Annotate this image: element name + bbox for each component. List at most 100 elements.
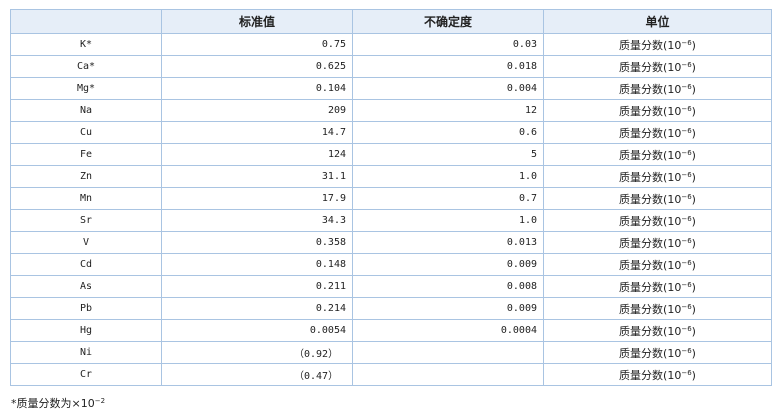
table-row: Fe 124 5 质量分数(10−6) (10, 143, 772, 166)
table-row: Mn 17.9 0.7 质量分数(10−6) (10, 187, 772, 210)
standard-value-cell: 0.104 (161, 77, 353, 100)
uncertainty-cell: 0.009 (352, 253, 544, 276)
standard-value-cell: 124 (161, 143, 353, 166)
unit-exponent: −6 (681, 148, 692, 157)
uncertainty-cell: 0.03 (352, 33, 544, 56)
standard-value-cell: 17.9 (161, 187, 353, 210)
element-cell: Pb (10, 297, 162, 320)
standard-value-cell: （0.92） (161, 341, 353, 364)
standard-value-cell: 0.358 (161, 231, 353, 254)
unit-cell: 质量分数(10−6) (543, 209, 772, 232)
unit-cell: 质量分数(10−6) (543, 165, 772, 188)
unit-exponent: −6 (681, 104, 692, 113)
unit-base: 质量分数(10 (619, 126, 682, 140)
uncertainty-cell: 0.008 (352, 275, 544, 298)
table-row: As 0.211 0.008 质量分数(10−6) (10, 275, 772, 298)
standard-value-cell: 34.3 (161, 209, 353, 232)
footnote-text: *质量分数为×10 (11, 397, 95, 410)
unit-base: 质量分数(10 (619, 236, 682, 250)
table-row: Mg* 0.104 0.004 质量分数(10−6) (10, 77, 772, 100)
element-cell: Hg (10, 319, 162, 342)
unit-base: 质量分数(10 (619, 280, 682, 294)
table-row: Sr 34.3 1.0 质量分数(10−6) (10, 209, 772, 232)
table-row: Hg 0.0054 0.0004 质量分数(10−6) (10, 319, 772, 342)
unit-exponent: −6 (681, 324, 692, 333)
uncertainty-cell: 0.018 (352, 55, 544, 78)
table-row: Cr （0.47） 质量分数(10−6) (10, 363, 772, 386)
unit-exponent: −6 (681, 214, 692, 223)
unit-close: ) (691, 236, 696, 250)
unit-cell: 质量分数(10−6) (543, 55, 772, 78)
header-uncertainty: 不确定度 (352, 9, 544, 34)
element-cell: Cd (10, 253, 162, 276)
unit-exponent: −6 (681, 192, 692, 201)
table-row: Cu 14.7 0.6 质量分数(10−6) (10, 121, 772, 144)
unit-exponent: −6 (681, 60, 692, 69)
header-element (10, 9, 162, 34)
unit-base: 质量分数(10 (619, 170, 682, 184)
unit-base: 质量分数(10 (619, 302, 682, 316)
table-row: Zn 31.1 1.0 质量分数(10−6) (10, 165, 772, 188)
uncertainty-cell: 0.009 (352, 297, 544, 320)
element-cell: Ca* (10, 55, 162, 78)
unit-close: ) (691, 302, 696, 316)
table-row: Na 209 12 质量分数(10−6) (10, 99, 772, 122)
uncertainty-cell: 12 (352, 99, 544, 122)
unit-cell: 质量分数(10−6) (543, 143, 772, 166)
unit-cell: 质量分数(10−6) (543, 253, 772, 276)
table-row: Pb 0.214 0.009 质量分数(10−6) (10, 297, 772, 320)
standard-value-text: （0.92） (294, 349, 339, 360)
unit-close: ) (691, 280, 696, 294)
unit-base: 质量分数(10 (619, 38, 682, 52)
unit-base: 质量分数(10 (619, 324, 682, 338)
unit-exponent: −6 (681, 258, 692, 267)
unit-close: ) (691, 324, 696, 338)
unit-close: ) (691, 192, 696, 206)
unit-cell: 质量分数(10−6) (543, 121, 772, 144)
standard-value-cell: 0.0054 (161, 319, 353, 342)
table-row: K* 0.75 0.03 质量分数(10−6) (10, 33, 772, 56)
unit-exponent: −6 (681, 302, 692, 311)
element-cell: Mn (10, 187, 162, 210)
unit-cell: 质量分数(10−6) (543, 33, 772, 56)
uncertainty-cell: 0.7 (352, 187, 544, 210)
table-header-row: 标准值 不确定度 单位 (10, 9, 772, 34)
element-cell: As (10, 275, 162, 298)
unit-close: ) (691, 82, 696, 96)
standard-value-cell: 0.211 (161, 275, 353, 298)
uncertainty-cell: 1.0 (352, 209, 544, 232)
element-cell: K* (10, 33, 162, 56)
unit-cell: 质量分数(10−6) (543, 231, 772, 254)
unit-exponent: −6 (681, 82, 692, 91)
unit-close: ) (691, 368, 696, 382)
standard-values-table: 标准值 不确定度 单位 K* 0.75 0.03 质量分数(10−6) Ca* 0.625… (10, 9, 772, 386)
unit-base: 质量分数(10 (619, 148, 682, 162)
standard-value-text: （0.47） (294, 371, 339, 382)
table-row: Ca* 0.625 0.018 质量分数(10−6) (10, 55, 772, 78)
unit-close: ) (691, 258, 696, 272)
uncertainty-cell: 5 (352, 143, 544, 166)
unit-base: 质量分数(10 (619, 60, 682, 74)
standard-value-cell: 209 (161, 99, 353, 122)
uncertainty-cell: 0.013 (352, 231, 544, 254)
unit-close: ) (691, 170, 696, 184)
unit-base: 质量分数(10 (619, 258, 682, 272)
standard-value-cell: 0.214 (161, 297, 353, 320)
element-cell: Ni (10, 341, 162, 364)
unit-cell: 质量分数(10−6) (543, 363, 772, 386)
uncertainty-cell: 0.0004 (352, 319, 544, 342)
standard-value-cell: 0.625 (161, 55, 353, 78)
element-cell: Zn (10, 165, 162, 188)
unit-base: 质量分数(10 (619, 214, 682, 228)
element-cell: Mg* (10, 77, 162, 100)
table-row: Cd 0.148 0.009 质量分数(10−6) (10, 253, 772, 276)
footnote-exponent: −2 (94, 397, 106, 405)
uncertainty-cell: 0.004 (352, 77, 544, 100)
unit-exponent: −6 (681, 38, 692, 47)
standard-value-cell: 31.1 (161, 165, 353, 188)
unit-close: ) (691, 38, 696, 52)
header-unit: 单位 (543, 9, 772, 34)
unit-base: 质量分数(10 (619, 82, 682, 96)
standard-value-cell: 0.75 (161, 33, 353, 56)
unit-close: ) (691, 148, 696, 162)
